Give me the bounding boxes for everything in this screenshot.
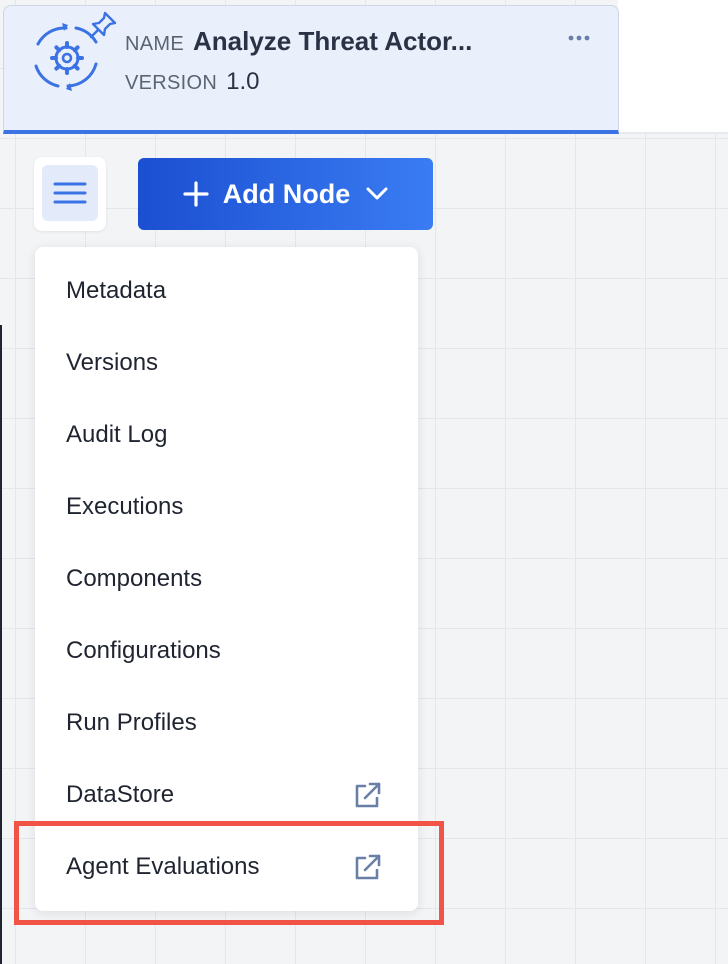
menu-item-label: Versions <box>66 349 159 376</box>
menu-item-components[interactable]: Components <box>35 543 418 615</box>
pin-icon[interactable] <box>88 10 118 40</box>
menu-item-agent-evaluations[interactable]: Agent Evaluations <box>35 831 418 903</box>
menu-item-label: Audit Log <box>66 421 168 448</box>
name-row: NAME Analyze Threat Actor... <box>125 26 472 57</box>
canvas-left-edge <box>0 325 2 964</box>
chevron-down-icon <box>366 187 388 200</box>
more-horizontal-icon <box>568 35 590 41</box>
plus-icon <box>183 181 209 207</box>
version-row: VERSION 1.0 <box>125 68 260 96</box>
menu-item-label: DataStore <box>66 781 175 808</box>
menu-item-executions[interactable]: Executions <box>35 471 418 543</box>
menu-item-audit-log[interactable]: Audit Log <box>35 399 418 471</box>
menu-item-versions[interactable]: Versions <box>35 327 418 399</box>
menu-item-label: Run Profiles <box>66 709 197 736</box>
menu-item-label: Agent Evaluations <box>66 853 260 880</box>
menu-item-metadata[interactable]: Metadata <box>35 255 418 327</box>
menu-item-datastore[interactable]: DataStore <box>35 759 418 831</box>
menu-item-label: Executions <box>66 493 184 520</box>
version-label: VERSION <box>125 72 218 94</box>
hamburger-icon <box>53 182 87 204</box>
menu-item-label: Components <box>66 565 203 592</box>
menu-item-label: Configurations <box>66 637 221 664</box>
menu-item-configurations[interactable]: Configurations <box>35 615 418 687</box>
add-node-button[interactable]: Add Node <box>138 158 433 230</box>
name-label: NAME <box>125 33 184 55</box>
workflow-name: Analyze Threat Actor... <box>192 26 473 56</box>
more-options-button[interactable] <box>565 26 593 50</box>
menu-item-run-profiles[interactable]: Run Profiles <box>35 687 418 759</box>
menu-item-label: Metadata <box>66 277 167 304</box>
workflow-menu-dropdown: Metadata Versions Audit Log Executions C… <box>35 247 418 911</box>
workflow-version: 1.0 <box>226 68 260 95</box>
workflow-header-card[interactable]: NAME Analyze Threat Actor... VERSION 1.0 <box>3 5 619 134</box>
external-link-icon <box>355 854 381 880</box>
add-node-label: Add Node <box>222 178 351 209</box>
external-link-icon <box>355 782 381 808</box>
menu-toggle-button[interactable] <box>34 157 106 231</box>
top-right-panel <box>618 0 728 134</box>
menu-toggle-inner <box>42 165 98 221</box>
